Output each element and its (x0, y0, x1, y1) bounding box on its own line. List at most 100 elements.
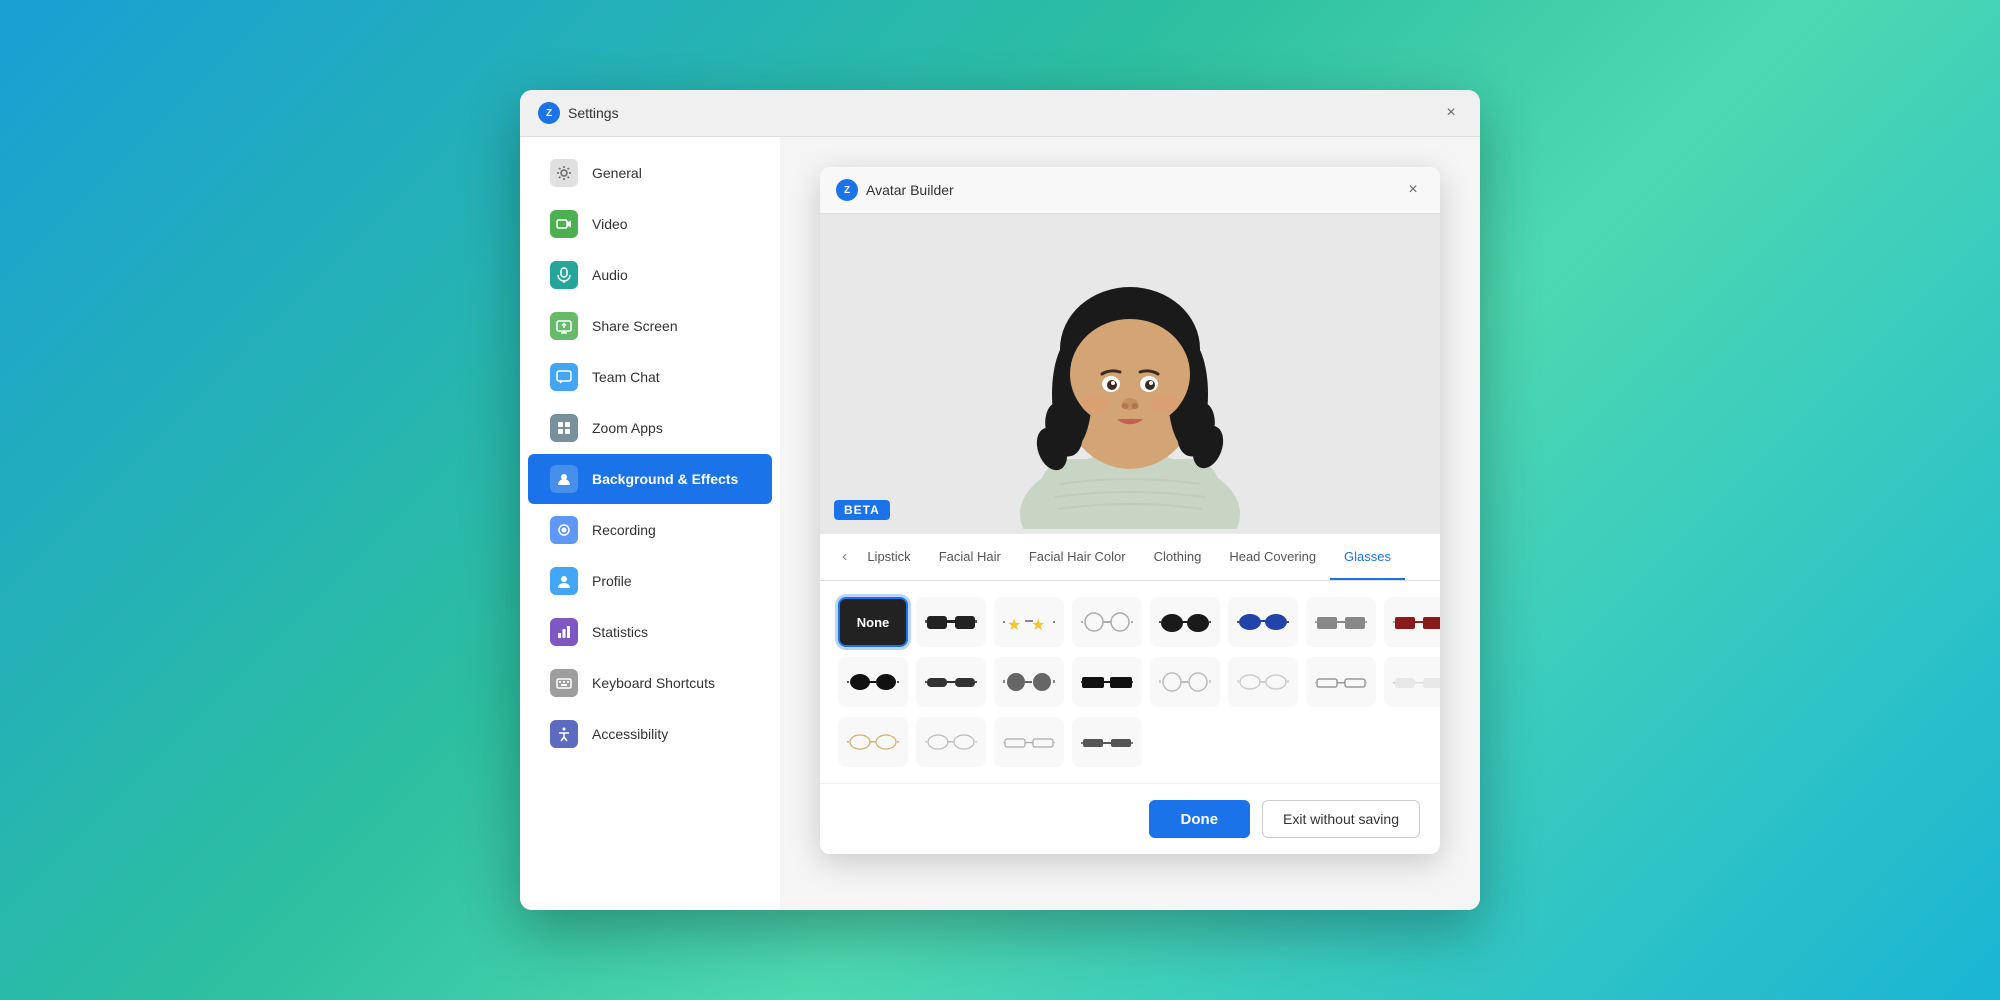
tab-lipstick[interactable]: Lipstick (853, 535, 924, 580)
sidebar-icon-accessibility (550, 720, 578, 748)
sidebar-label-zoom-apps: Zoom Apps (592, 420, 663, 436)
sidebar-label-audio: Audio (592, 267, 628, 283)
sidebar-icon-statistics (550, 618, 578, 646)
glasses-g19[interactable] (1072, 717, 1142, 767)
sidebar-item-accessibility[interactable]: Accessibility (528, 709, 772, 759)
glasses-g3[interactable] (1072, 597, 1142, 647)
avatar-tabs: ‹ Lipstick Facial Hair Facial Hair Color… (820, 534, 1440, 581)
glasses-g7-icon (1393, 608, 1440, 636)
sidebar-item-share-screen[interactable]: Share Screen (528, 301, 772, 351)
sidebar-icon-video (550, 210, 578, 238)
glasses-g9[interactable] (916, 657, 986, 707)
tabs-prev-chevron[interactable]: ‹ (836, 534, 853, 580)
glasses-g3-icon (1081, 608, 1133, 636)
glasses-g7[interactable] (1384, 597, 1440, 647)
glasses-g5[interactable] (1228, 597, 1298, 647)
sidebar-item-statistics[interactable]: Statistics (528, 607, 772, 657)
glasses-g12-icon (1159, 668, 1211, 696)
sidebar-icon-zoom-apps (550, 414, 578, 442)
settings-window: Z Settings × General Video Audio Share Scre… (520, 90, 1480, 910)
sidebar-item-keyboard[interactable]: Keyboard Shortcuts (528, 658, 772, 708)
glasses-g2-icon: ★ ★ (1003, 608, 1055, 636)
avatar-builder-title: Avatar Builder (866, 182, 954, 198)
glasses-g11-icon (1081, 668, 1133, 696)
glasses-g17-icon (925, 728, 977, 756)
sidebar-icon-recording (550, 516, 578, 544)
sidebar: General Video Audio Share Screen Team Chat Zo… (520, 137, 780, 910)
sidebar-label-bg-effects: Background & Effects (592, 471, 738, 487)
glasses-g18[interactable] (994, 717, 1064, 767)
sidebar-item-video[interactable]: Video (528, 199, 772, 249)
glasses-none-label: none (857, 615, 890, 630)
glasses-g2[interactable]: ★ ★ (994, 597, 1064, 647)
settings-close-button[interactable]: × (1440, 102, 1462, 124)
sidebar-label-profile: Profile (592, 573, 632, 589)
sidebar-label-share-screen: Share Screen (592, 318, 678, 334)
main-content: Z Avatar Builder × (780, 137, 1480, 910)
avatar-builder-titlebar: Z Avatar Builder × (820, 167, 1440, 214)
sidebar-label-recording: Recording (592, 522, 656, 538)
sidebar-label-accessibility: Accessibility (592, 726, 668, 742)
glasses-g4[interactable] (1150, 597, 1220, 647)
sidebar-item-recording[interactable]: Recording (528, 505, 772, 555)
glasses-g12[interactable] (1150, 657, 1220, 707)
sidebar-label-statistics: Statistics (592, 624, 648, 640)
sidebar-item-general[interactable]: General (528, 148, 772, 198)
sidebar-label-team-chat: Team Chat (592, 369, 660, 385)
tab-facial-hair-color[interactable]: Facial Hair Color (1015, 535, 1140, 580)
sidebar-item-team-chat[interactable]: Team Chat (528, 352, 772, 402)
sidebar-item-audio[interactable]: Audio (528, 250, 772, 300)
glasses-none[interactable]: none (838, 597, 908, 647)
exit-without-saving-button[interactable]: Exit without saving (1262, 800, 1420, 838)
glasses-g1-icon (925, 608, 977, 636)
sidebar-icon-general (550, 159, 578, 187)
tab-head-covering[interactable]: Head Covering (1215, 535, 1330, 580)
avatar-builder-title-left: Z Avatar Builder (836, 179, 954, 201)
zoom-logo: Z (538, 102, 560, 124)
avatar-builder-modal: Z Avatar Builder × (820, 167, 1440, 854)
glasses-g6[interactable] (1306, 597, 1376, 647)
glasses-g9-icon (925, 668, 977, 696)
settings-title: Settings (568, 105, 619, 121)
glasses-grid: none (820, 581, 1440, 783)
tab-glasses[interactable]: Glasses (1330, 535, 1405, 580)
avatar-figure (990, 219, 1270, 529)
glasses-g15[interactable] (1384, 657, 1440, 707)
sidebar-label-keyboard: Keyboard Shortcuts (592, 675, 715, 691)
glasses-g13[interactable] (1228, 657, 1298, 707)
sidebar-icon-bg-effects (550, 465, 578, 493)
avatar-zoom-logo: Z (836, 179, 858, 201)
tab-clothing[interactable]: Clothing (1140, 535, 1216, 580)
sidebar-icon-keyboard (550, 669, 578, 697)
avatar-actions: Done Exit without saving (820, 783, 1440, 854)
sidebar-item-zoom-apps[interactable]: Zoom Apps (528, 403, 772, 453)
glasses-g13-icon (1237, 668, 1289, 696)
glasses-g16[interactable] (838, 717, 908, 767)
glasses-g15-icon (1393, 668, 1440, 696)
svg-text:★: ★ (1007, 617, 1021, 634)
glasses-g17[interactable] (916, 717, 986, 767)
avatar-builder-close-button[interactable]: × (1402, 179, 1424, 201)
glasses-g5-icon (1237, 608, 1289, 636)
glasses-g8[interactable] (838, 657, 908, 707)
glasses-row-1: none (838, 597, 1422, 647)
done-button[interactable]: Done (1149, 800, 1251, 838)
glasses-g11[interactable] (1072, 657, 1142, 707)
sidebar-icon-team-chat (550, 363, 578, 391)
sidebar-icon-audio (550, 261, 578, 289)
glasses-g19-icon (1081, 728, 1133, 756)
settings-titlebar: Z Settings × (520, 90, 1480, 137)
glasses-row-3 (838, 717, 1422, 767)
sidebar-icon-profile (550, 567, 578, 595)
sidebar-item-profile[interactable]: Profile (528, 556, 772, 606)
glasses-g10[interactable] (994, 657, 1064, 707)
sidebar-label-video: Video (592, 216, 628, 232)
glasses-g1[interactable] (916, 597, 986, 647)
svg-text:★: ★ (1031, 617, 1045, 634)
glasses-g14[interactable] (1306, 657, 1376, 707)
glasses-g4-icon (1159, 608, 1211, 636)
tab-facial-hair[interactable]: Facial Hair (925, 535, 1015, 580)
glasses-g8-icon (847, 668, 899, 696)
sidebar-item-bg-effects[interactable]: Background & Effects (528, 454, 772, 504)
glasses-g10-icon (1003, 668, 1055, 696)
